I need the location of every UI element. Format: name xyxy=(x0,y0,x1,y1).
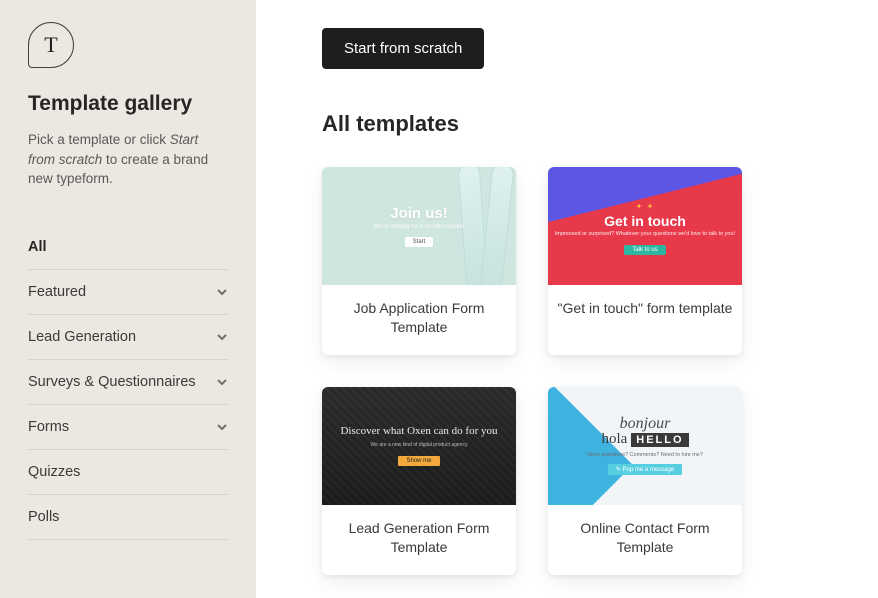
template-thumbnail: bonjour hola HELLO Have questions? Comme… xyxy=(548,387,742,505)
sidebar-description: Pick a template or click Start from scra… xyxy=(0,130,256,189)
sparkle-icon: ✦ ✦ xyxy=(555,202,735,211)
category-list: All Featured Lead Generation Surveys & Q… xyxy=(0,225,256,540)
thumb-sub: We are a new kind of digital product age… xyxy=(340,442,497,448)
category-label: Quizzes xyxy=(28,464,80,480)
thumb-hola: hola xyxy=(601,431,627,448)
decorative-fingers xyxy=(458,167,516,285)
template-title: "Get in touch" form template xyxy=(548,285,742,336)
category-surveys[interactable]: Surveys & Questionnaires xyxy=(28,360,228,405)
sidebar-desc-pre: Pick a template or click xyxy=(28,132,170,147)
thumb-cta: Start xyxy=(405,237,434,247)
category-label: Polls xyxy=(28,509,59,525)
main-content: Start from scratch All templates Join us… xyxy=(256,0,878,598)
category-label: Forms xyxy=(28,419,69,435)
category-quizzes[interactable]: Quizzes xyxy=(28,450,228,495)
category-label: All xyxy=(28,239,47,255)
chevron-down-icon xyxy=(216,331,228,343)
template-card-job-application[interactable]: Join us! We're looking for a Growth Hack… xyxy=(322,167,516,355)
chevron-down-icon xyxy=(216,421,228,433)
template-title: Job Application Form Template xyxy=(322,285,516,355)
category-featured[interactable]: Featured xyxy=(28,270,228,315)
thumb-sub: Impressed or surprised? Whatever your qu… xyxy=(555,231,735,238)
sidebar-title: Template gallery xyxy=(0,92,256,116)
thumb-cta: ✎ Pop me a message xyxy=(608,464,682,475)
category-label: Lead Generation xyxy=(28,329,136,345)
thumb-cta: Show me xyxy=(398,456,439,466)
typeform-logo: T xyxy=(28,22,74,68)
category-label: Surveys & Questionnaires xyxy=(28,374,196,390)
thumb-headline: Discover what Oxen can do for you xyxy=(340,424,497,438)
template-thumbnail: Join us! We're looking for a Growth Hack… xyxy=(322,167,516,285)
thumb-cta: Talk to us xyxy=(624,245,665,255)
template-card-contact-form[interactable]: bonjour hola HELLO Have questions? Comme… xyxy=(548,387,742,575)
category-lead-generation[interactable]: Lead Generation xyxy=(28,315,228,360)
thumb-headline: Join us! xyxy=(373,205,464,222)
template-card-lead-generation[interactable]: Discover what Oxen can do for you We are… xyxy=(322,387,516,575)
section-title: All templates xyxy=(322,111,838,137)
template-thumbnail: Discover what Oxen can do for you We are… xyxy=(322,387,516,505)
chevron-down-icon xyxy=(216,376,228,388)
thumb-headline: Get in touch xyxy=(555,213,735,229)
start-from-scratch-button[interactable]: Start from scratch xyxy=(322,28,484,69)
template-grid: Join us! We're looking for a Growth Hack… xyxy=(322,167,838,575)
sidebar: T Template gallery Pick a template or cl… xyxy=(0,0,256,598)
logo-wrap: T xyxy=(0,22,256,92)
template-thumbnail: ✦ ✦ Get in touch Impressed or surprised?… xyxy=(548,167,742,285)
chevron-down-icon xyxy=(216,286,228,298)
template-card-get-in-touch[interactable]: ✦ ✦ Get in touch Impressed or surprised?… xyxy=(548,167,742,355)
thumb-sub: We're looking for a Growth Hacker xyxy=(373,224,464,230)
category-all[interactable]: All xyxy=(28,225,228,270)
template-title: Lead Generation Form Template xyxy=(322,505,516,575)
category-polls[interactable]: Polls xyxy=(28,495,228,540)
thumb-hello: HELLO xyxy=(631,433,688,447)
template-title: Online Contact Form Template xyxy=(548,505,742,575)
category-label: Featured xyxy=(28,284,86,300)
category-forms[interactable]: Forms xyxy=(28,405,228,450)
thumb-sub: Have questions? Comments? Need to hire m… xyxy=(587,452,703,458)
